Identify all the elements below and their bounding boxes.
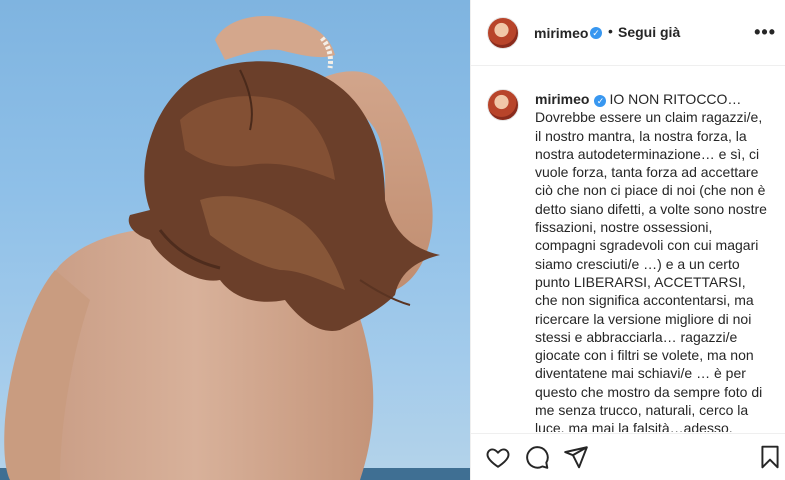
header-separator: • [608,23,613,39]
follow-button[interactable]: Segui già [618,24,680,40]
post-photo[interactable] [0,0,470,480]
post-header: mirimeo ✓ • Segui già ••• [471,0,785,66]
action-bar [471,433,785,480]
more-options-icon[interactable]: ••• [754,22,776,43]
paper-plane-icon[interactable] [563,444,589,470]
bookmark-icon[interactable] [757,444,783,470]
caption-area: mirimeo ✓ IO NON RITOCCO… Dovrebbe essere … [471,67,785,432]
post-sidebar: mirimeo ✓ • Segui già ••• mirimeo ✓ IO NON… [470,0,785,480]
photo-illustration [0,16,470,480]
caption: mirimeo ✓ IO NON RITOCCO… Dovrebbe essere … [535,90,771,432]
heart-icon[interactable] [485,444,511,470]
avatar[interactable] [487,17,519,49]
caption-avatar[interactable] [487,89,519,121]
header-username[interactable]: mirimeo [534,25,588,41]
verified-badge-icon: ✓ [594,95,607,107]
hand-shape [215,16,335,60]
comment-icon[interactable] [524,444,550,470]
caption-username[interactable]: mirimeo [535,91,589,107]
verified-badge-icon: ✓ [590,27,602,39]
caption-text: IO NON RITOCCO… Dovrebbe essere un claim… [535,91,767,432]
